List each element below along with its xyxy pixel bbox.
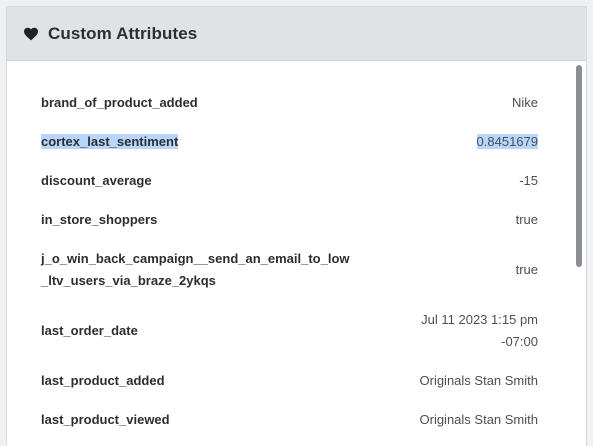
attribute-value-text: Originals Stan Smith [419, 372, 539, 388]
attribute-value: Nike [512, 92, 538, 114]
attribute-value-text: Jul 11 2023 1:15 pm [421, 311, 538, 327]
attribute-value-text: -07:00 [501, 333, 538, 349]
attribute-row: brand_of_product_added Nike [41, 83, 538, 122]
attribute-value: -15 [519, 170, 538, 192]
attribute-key: last_product_added [41, 370, 165, 392]
attribute-value: Jul 11 2023 1:15 pm -07:00 [421, 309, 538, 353]
attribute-row: discount_average -15 [41, 161, 538, 200]
attribute-row: last_product_added Originals Stan Smith [41, 361, 538, 400]
attribute-key: last_product_viewed [41, 409, 170, 431]
attribute-value: 0.8451679 [476, 131, 538, 153]
attribute-key: discount_average [41, 170, 152, 192]
attribute-key: in_store_shoppers [41, 209, 157, 231]
attributes-body[interactable]: brand_of_product_added Nike cortex_last_… [7, 61, 586, 446]
attribute-key: last_order_date [41, 320, 138, 342]
scrollbar-thumb[interactable] [576, 65, 582, 267]
attribute-value-text-selected: 0.8451679 [476, 133, 538, 149]
attribute-key: brand_of_product_added [41, 92, 198, 114]
attribute-key-text: brand_of_product_added [41, 94, 198, 110]
panel-title: Custom Attributes [48, 23, 198, 43]
attribute-key-text: last_order_date [41, 322, 138, 338]
attribute-key-text: in_store_shoppers [41, 211, 158, 227]
attribute-key-text-selected: cortex_last_sentiment [41, 133, 179, 149]
panel-header: Custom Attributes [7, 7, 586, 61]
attribute-key-text: discount_average [41, 172, 152, 188]
attribute-key: cortex_last_sentiment [41, 131, 179, 153]
attribute-key-text: last_product_viewed [41, 411, 170, 427]
attribute-key-text: last_product_added [41, 372, 165, 388]
attribute-list: brand_of_product_added Nike cortex_last_… [41, 83, 538, 439]
attribute-row: in_store_shoppers true [41, 200, 538, 239]
heart-icon [23, 26, 39, 42]
attribute-value: true [516, 259, 538, 281]
attribute-key: j_o_win_back_campaign__send_an_email_to_… [41, 248, 350, 292]
attribute-row: j_o_win_back_campaign__send_an_email_to_… [41, 239, 538, 300]
custom-attributes-panel: Custom Attributes brand_of_product_added… [6, 6, 587, 446]
attribute-row: last_product_viewed Originals Stan Smith [41, 400, 538, 439]
attribute-value-text: true [515, 261, 538, 277]
attribute-key-text: _ltv_users_via_braze_2ykqs [41, 272, 216, 288]
attribute-key-text: j_o_win_back_campaign__send_an_email_to_… [41, 250, 350, 266]
attribute-value: Originals Stan Smith [420, 409, 539, 431]
attribute-value-text: -15 [519, 172, 538, 188]
vertical-scrollbar[interactable] [575, 65, 583, 435]
attribute-value-text: Nike [511, 94, 538, 110]
attribute-row: last_order_date Jul 11 2023 1:15 pm -07:… [41, 300, 538, 361]
attribute-value-text: true [515, 211, 538, 227]
attribute-value: true [516, 209, 538, 231]
attribute-value: Originals Stan Smith [420, 370, 539, 392]
attribute-row: cortex_last_sentiment 0.8451679 [41, 122, 538, 161]
attribute-value-text: Originals Stan Smith [419, 411, 539, 427]
